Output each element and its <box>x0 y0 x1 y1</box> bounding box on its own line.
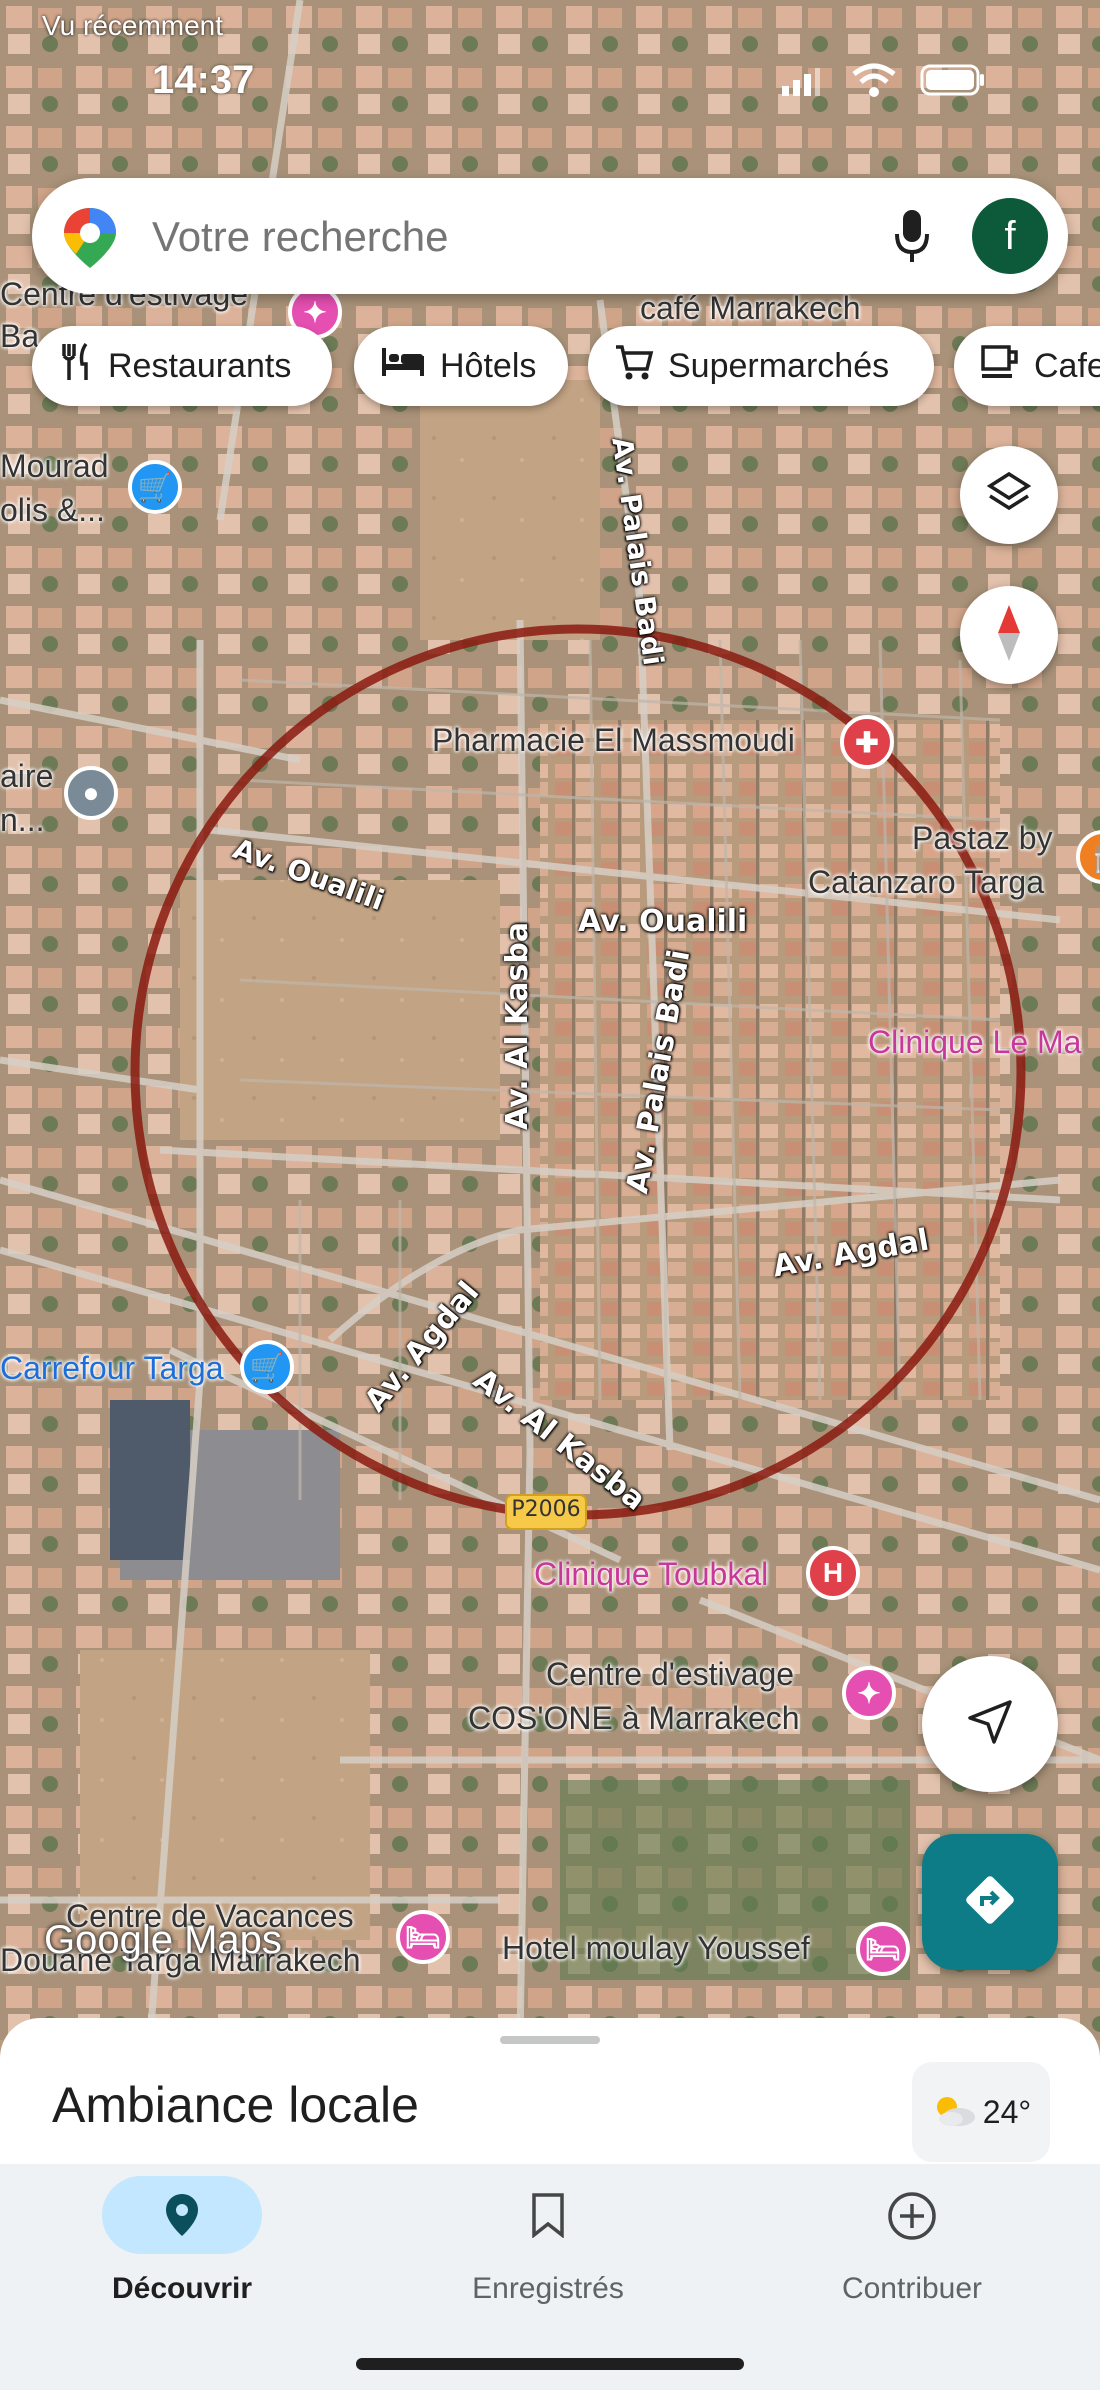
pharmacy-pin-icon[interactable]: ✚ <box>840 715 894 769</box>
home-indicator[interactable] <box>356 2358 744 2370</box>
sheet-title: Ambiance locale <box>52 2077 419 2133</box>
bed-icon <box>380 346 426 387</box>
my-location-button[interactable] <box>922 1656 1058 1792</box>
microphone-icon[interactable] <box>894 208 930 269</box>
signal-icon <box>780 66 820 101</box>
layers-icon <box>986 470 1032 521</box>
bookmark-icon <box>530 2192 566 2243</box>
battery-icon <box>920 62 986 103</box>
chip-cafe[interactable]: Cafe <box>954 326 1100 406</box>
shopping-cart-pin-icon[interactable]: 🛒 <box>128 460 182 514</box>
nav-label: Découvrir <box>111 2272 253 2305</box>
poi-label-centre-top-2: Ba <box>0 318 40 354</box>
leisure-pin-icon[interactable]: ✦ <box>842 1666 896 1720</box>
poi-label-clinique-toubkal[interactable]: Clinique Toubkal <box>534 1556 768 1593</box>
road-shield-p2006: P2006 <box>511 1497 581 1522</box>
directions-icon <box>962 1872 1018 1933</box>
recently-viewed-label: Vu récemment <box>42 10 224 41</box>
poi-label-aire-2: n... <box>0 802 45 838</box>
road-label-av-oualili: Av. Oualili <box>578 904 748 939</box>
place-pin-icon[interactable]: ● <box>64 766 118 820</box>
chip-label: Cafe <box>1034 346 1100 385</box>
chip-supermarches[interactable]: Supermarchés <box>588 326 934 406</box>
hotel-pin-icon[interactable]: 🛏 <box>396 1910 450 1964</box>
google-maps-logo-icon <box>62 206 118 275</box>
chip-label: Hôtels <box>440 346 537 385</box>
shopping-cart-pin-icon[interactable]: 🛒 <box>240 1340 294 1394</box>
poi-label-mourad[interactable]: Mourad <box>0 448 109 485</box>
search-bar[interactable]: f <box>32 178 1068 294</box>
poi-label-clinique-le-ma[interactable]: Clinique Le Ma <box>868 1024 1081 1061</box>
nav-enregistres[interactable]: Enregistrés <box>398 2164 698 2364</box>
road-label-av-al-kasba: Av. Al Kasba <box>500 921 535 1130</box>
chip-restaurants[interactable]: Restaurants <box>32 326 332 406</box>
weather-temperature: 24° <box>982 2093 1032 2130</box>
partly-cloudy-icon <box>931 2093 977 2132</box>
nav-label: Enregistrés <box>472 2272 624 2305</box>
chip-label: Restaurants <box>108 346 292 385</box>
nav-contribuer[interactable]: Contribuer <box>762 2164 1062 2364</box>
poi-label-hotel-moulay[interactable]: Hotel moulay Youssef <box>502 1930 810 1967</box>
poi-label-cafe-marrakech[interactable]: café Marrakech <box>640 290 861 327</box>
layers-button[interactable] <box>960 446 1058 544</box>
poi-label-centre-cos[interactable]: Centre d'estivage <box>546 1656 794 1693</box>
hotel-pin-icon[interactable]: 🛏 <box>856 1922 910 1976</box>
chip-hotels[interactable]: Hôtels <box>354 326 568 406</box>
poi-label-mourad-2: olis &... <box>0 492 105 528</box>
avatar[interactable]: f <box>972 198 1048 274</box>
weather-badge[interactable]: 24° <box>912 2062 1050 2162</box>
compass-button[interactable] <box>960 586 1058 684</box>
search-input[interactable] <box>150 202 874 272</box>
compass-icon <box>994 603 1024 668</box>
nav-decouvrir[interactable]: Découvrir <box>32 2164 332 2364</box>
cup-icon <box>980 344 1020 389</box>
navigation-arrow-icon <box>966 1698 1014 1751</box>
nav-label: Contribuer <box>841 2272 983 2305</box>
fork-knife-icon <box>58 342 94 391</box>
pin-icon <box>164 2192 200 2243</box>
hospital-pin-icon[interactable]: H <box>806 1546 860 1600</box>
status-time: 14:37 <box>152 58 255 102</box>
bottom-navigation: Découvrir Enregistrés Contribuer <box>0 2164 1100 2390</box>
poi-label-pastaz-2: Catanzaro Targa <box>808 864 1044 900</box>
poi-label-centre-cos-2: COS'ONE à Marrakech <box>468 1700 800 1736</box>
google-maps-attribution: Google Maps <box>44 1918 282 1962</box>
poi-label-pastaz[interactable]: Pastaz by <box>912 820 1053 857</box>
cart-icon <box>614 343 654 390</box>
directions-button[interactable] <box>922 1834 1058 1970</box>
sheet-handle[interactable] <box>500 2036 600 2044</box>
poi-label-carrefour[interactable]: Carrefour Targa <box>0 1350 224 1387</box>
poi-label-pharmacie[interactable]: Pharmacie El Massmoudi <box>432 722 795 759</box>
chip-label: Supermarchés <box>668 346 890 385</box>
status-bar: Vu récemment 14:37 <box>0 0 1100 120</box>
poi-label-aire[interactable]: aire <box>0 758 53 795</box>
wifi-icon <box>850 62 898 103</box>
plus-circle-icon <box>886 2190 938 2247</box>
